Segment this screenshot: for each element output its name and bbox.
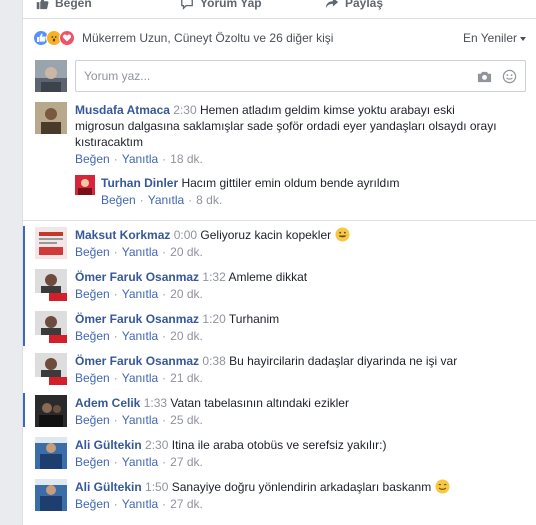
comment-age[interactable]: 20 dk.	[170, 329, 203, 343]
comments-card: Beğen Yorum Yap Paylaş Mükerrem Uzun, Cü…	[22, 0, 536, 525]
reply-link[interactable]: Yanıtla	[122, 497, 158, 511]
smiling-emoji-icon	[435, 479, 450, 494]
comment-author[interactable]: Musdafa Atmaca	[75, 103, 170, 117]
avatar[interactable]	[35, 479, 67, 511]
video-timestamp[interactable]: 0:00	[174, 228, 197, 242]
comment-author[interactable]: Ömer Faruk Osanmaz	[75, 312, 199, 326]
divider	[23, 18, 536, 19]
comment-text: Bu hayircilarin dadaşlar diyarinda ne iş…	[229, 354, 458, 368]
caret-down-icon	[520, 36, 526, 41]
comment-input[interactable]: Yorum yaz...	[75, 60, 526, 92]
comment-item: Ömer Faruk Osanmaz 1:20 Turhanim Beğen · Y…	[35, 311, 279, 344]
comment-item: Adem Celik 1:33 Vatan tabelasının altınd…	[35, 395, 349, 428]
reply-link[interactable]: Yanıtla	[122, 455, 158, 469]
reply-link[interactable]: Yanıtla	[122, 329, 158, 343]
avatar[interactable]	[35, 311, 67, 343]
like-link[interactable]: Beğen	[75, 245, 110, 259]
share-action[interactable]: Paylaş	[325, 0, 470, 12]
comment-author[interactable]: Ömer Faruk Osanmaz	[75, 354, 199, 368]
comment-age[interactable]: 27 dk.	[170, 455, 203, 469]
video-timestamp[interactable]: 2:30	[173, 103, 196, 117]
new-comment-marker	[23, 393, 25, 427]
video-timestamp[interactable]: 1:32	[202, 270, 225, 284]
comment-age[interactable]: 27 dk.	[170, 497, 203, 511]
comment-text: Hacım gittiler emin oldum bende ayrıldım	[181, 176, 400, 190]
thumbs-up-icon	[36, 0, 49, 10]
video-timestamp[interactable]: 2:30	[145, 438, 168, 452]
comment-text: Amleme dikkat	[228, 270, 308, 284]
comment-composer: Yorum yaz...	[35, 60, 526, 92]
comment-age[interactable]: 18 dk.	[170, 152, 203, 166]
comment-text: Itina ile araba otobüs ve serefsiz yakıl…	[171, 438, 387, 452]
comment-item: Maksut Korkmaz 0:00 Geliyoruz kacin kope…	[35, 227, 350, 260]
camera-icon[interactable]	[477, 69, 492, 84]
like-link[interactable]: Beğen	[75, 413, 110, 427]
share-arrow-icon	[325, 0, 339, 9]
avatar[interactable]	[35, 395, 67, 427]
comment-item: Ömer Faruk Osanmaz 1:32 Amleme dikkat Be…	[35, 269, 307, 302]
like-link[interactable]: Beğen	[75, 497, 110, 511]
reactions-bar: Mükerrem Uzun, Cüneyt Özoltu ve 26 diğer…	[33, 26, 526, 50]
comment-author[interactable]: Maksut Korkmaz	[75, 228, 170, 242]
post-actions: Beğen Yorum Yap Paylaş	[35, 0, 470, 12]
divider	[23, 220, 536, 221]
avatar[interactable]	[35, 437, 67, 469]
comment-item: Ali Gültekin 1:50 Sanayiye doğru yönlend…	[35, 479, 450, 512]
comment-age[interactable]: 25 dk.	[170, 413, 203, 427]
avatar[interactable]	[35, 269, 67, 301]
like-link[interactable]: Beğen	[75, 152, 110, 166]
reply-link[interactable]: Yanıtla	[148, 193, 184, 207]
sort-label: En Yeniler	[462, 31, 517, 45]
comment-author[interactable]: Turhan Dinler	[101, 176, 178, 190]
avatar	[35, 60, 67, 92]
comment-item: Musdafa Atmaca 2:30 Hemen atladım geldim…	[35, 102, 526, 167]
reply-link[interactable]: Yanıtla	[122, 152, 158, 166]
emoji-icon[interactable]	[502, 69, 517, 84]
comment-item: Ömer Faruk Osanmaz 0:38 Bu hayircilarin …	[35, 353, 457, 386]
like-action[interactable]: Beğen	[35, 0, 180, 12]
comment-item: Ali Gültekin 2:30 Itina ile araba otobüs…	[35, 437, 387, 470]
like-link[interactable]: Beğen	[75, 371, 110, 385]
share-action-label: Paylaş	[345, 0, 384, 10]
reply-link[interactable]: Yanıtla	[122, 287, 158, 301]
comment-text: Turhanim	[228, 312, 280, 326]
comment-author[interactable]: Ali Gültekin	[75, 438, 142, 452]
reply-link[interactable]: Yanıtla	[122, 371, 158, 385]
comment-age[interactable]: 20 dk.	[170, 287, 203, 301]
love-reaction-icon[interactable]	[59, 30, 75, 46]
like-link[interactable]: Beğen	[75, 329, 110, 343]
reply-link[interactable]: Yanıtla	[122, 245, 158, 259]
reaction-names-link[interactable]: Mükerrem Uzun, Cüneyt Özoltu ve 26 diğer…	[82, 31, 333, 45]
sort-dropdown[interactable]: En Yeniler	[463, 31, 526, 45]
like-link[interactable]: Beğen	[75, 455, 110, 469]
new-comment-marker	[23, 226, 25, 346]
grinning-emoji-icon	[334, 227, 350, 242]
comment-input-placeholder: Yorum yaz...	[84, 69, 151, 83]
avatar[interactable]	[35, 353, 67, 385]
reply-item: Turhan Dinler Hacım gittiler emin oldum …	[75, 175, 400, 208]
avatar[interactable]	[35, 227, 67, 259]
video-timestamp[interactable]: 1:50	[145, 480, 168, 494]
avatar[interactable]	[35, 102, 67, 134]
reply-link[interactable]: Yanıtla	[122, 413, 158, 427]
like-link[interactable]: Beğen	[101, 193, 136, 207]
comment-age[interactable]: 8 dk.	[196, 193, 222, 207]
comment-author[interactable]: Ömer Faruk Osanmaz	[75, 270, 199, 284]
comment-age[interactable]: 21 dk.	[170, 371, 203, 385]
like-link[interactable]: Beğen	[75, 287, 110, 301]
video-timestamp[interactable]: 1:20	[202, 312, 225, 326]
video-timestamp[interactable]: 0:38	[202, 354, 225, 368]
speech-bubble-icon	[181, 0, 193, 10]
comment-action[interactable]: Yorum Yap	[180, 0, 325, 12]
comment-text: Geliyoruz kacin kopekler	[200, 228, 332, 242]
like-action-label: Beğen	[55, 0, 92, 10]
comment-age[interactable]: 20 dk.	[170, 245, 203, 259]
avatar[interactable]	[75, 175, 95, 195]
comment-author[interactable]: Ali Gültekin	[75, 480, 142, 494]
comment-text: Sanayiye doğru yönlendirin arkadaşları b…	[171, 480, 432, 494]
video-timestamp[interactable]: 1:33	[144, 396, 167, 410]
comment-text: Vatan tabelasının altındaki ezikler	[170, 396, 349, 410]
comment-action-label: Yorum Yap	[200, 0, 262, 10]
comment-author[interactable]: Adem Celik	[75, 396, 140, 410]
